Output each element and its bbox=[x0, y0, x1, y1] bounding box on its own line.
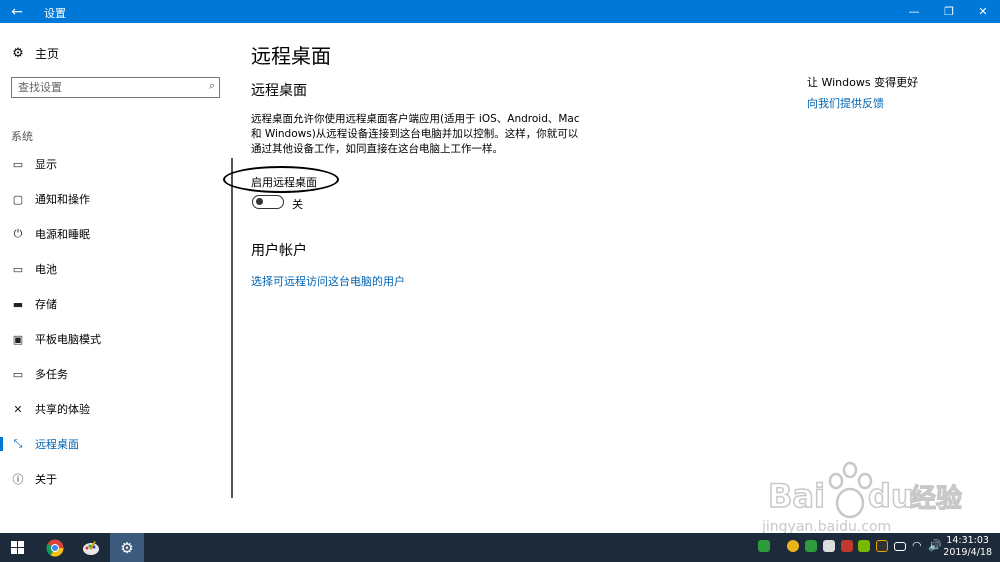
sidebar-item-storage[interactable]: ▬ 存储 bbox=[0, 289, 230, 319]
sidebar-item-label: 电池 bbox=[35, 263, 57, 276]
divider bbox=[231, 158, 233, 498]
section-title: 远程桌面 bbox=[251, 83, 307, 99]
sidebar-item-tablet[interactable]: ▣ 平板电脑模式 bbox=[0, 324, 230, 354]
tray-app-icon[interactable] bbox=[841, 540, 853, 552]
search-box[interactable]: ⌕ bbox=[11, 77, 220, 98]
battery-icon: ▭ bbox=[12, 262, 24, 276]
wifi-icon[interactable]: ◠ bbox=[912, 540, 924, 552]
search-input[interactable] bbox=[18, 79, 198, 95]
sidebar-item-label: 远程桌面 bbox=[35, 438, 79, 451]
title-bar: ← 设置 — ❐ ✕ bbox=[0, 0, 1000, 23]
section-label: 系统 bbox=[11, 130, 33, 143]
sidebar-item-about[interactable]: ⓘ 关于 bbox=[0, 464, 230, 494]
clock-time: 14:31:03 bbox=[946, 535, 989, 546]
window-title: 设置 bbox=[44, 7, 66, 20]
sidebar-item-label: 存储 bbox=[35, 298, 57, 311]
search-icon[interactable]: ⌕ bbox=[209, 79, 215, 93]
sidebar-item-label: 显示 bbox=[35, 158, 57, 171]
minimize-button[interactable]: — bbox=[897, 0, 931, 23]
chrome-icon bbox=[46, 539, 64, 556]
qq-icon[interactable] bbox=[876, 540, 888, 552]
multitask-icon: ▭ bbox=[12, 367, 24, 381]
gear-icon: ⚙ bbox=[120, 538, 134, 557]
volume-icon[interactable]: 🔊 bbox=[928, 540, 942, 552]
sidebar-item-battery[interactable]: ▭ 电池 bbox=[0, 254, 230, 284]
battery-icon[interactable] bbox=[894, 542, 906, 551]
close-button[interactable]: ✕ bbox=[966, 0, 1000, 23]
monitor-icon: ▭ bbox=[12, 157, 24, 171]
sidebar-item-label: 多任务 bbox=[35, 368, 68, 381]
share-icon: ✕ bbox=[13, 402, 23, 416]
chrome-taskbar-button[interactable] bbox=[38, 533, 72, 562]
minimize-icon: — bbox=[908, 5, 920, 18]
nvidia-icon[interactable] bbox=[858, 540, 870, 552]
storage-icon: ▬ bbox=[12, 297, 24, 311]
sidebar-item-label: 电源和睡眠 bbox=[35, 228, 90, 241]
paint-taskbar-button[interactable] bbox=[74, 533, 108, 562]
home-label: 主页 bbox=[35, 47, 60, 61]
select-users-link[interactable]: 选择可远程访问这台电脑的用户 bbox=[251, 273, 405, 289]
arrow-left-icon: ← bbox=[11, 3, 23, 20]
restore-icon: ❐ bbox=[944, 5, 954, 18]
sidebar-item-notifications[interactable]: ▢ 通知和操作 bbox=[0, 184, 230, 214]
toggle-label: 启用远程桌面 bbox=[251, 176, 317, 189]
info-icon: ⓘ bbox=[12, 473, 24, 486]
tray-app-icon[interactable] bbox=[823, 540, 835, 552]
remote-desktop-toggle[interactable] bbox=[252, 195, 284, 209]
sidebar-item-shared[interactable]: ✕ 共享的体验 bbox=[0, 394, 230, 424]
sidebar-item-power[interactable]: ⏻ 电源和睡眠 bbox=[0, 219, 230, 249]
start-button[interactable] bbox=[0, 533, 34, 562]
user-accounts-title: 用户帐户 bbox=[251, 243, 307, 259]
sidebar-item-label: 共享的体验 bbox=[35, 403, 90, 416]
toggle-knob bbox=[256, 198, 263, 205]
watermark-suffix: 经验 bbox=[910, 483, 962, 514]
message-icon: ▢ bbox=[12, 192, 24, 206]
sidebar: ⚙ 主页 ⌕ 系统 ▭ 显示 ▢ 通知和操作 ⏻ 电源和睡眠 ▭ 电池 ▬ 存储… bbox=[0, 23, 232, 533]
tablet-icon: ▣ bbox=[12, 332, 24, 346]
feedback-heading: 让 Windows 变得更好 bbox=[807, 76, 919, 89]
watermark: Bai du 经验 jingyan.baidu.com bbox=[760, 455, 1000, 535]
feedback-link[interactable]: 向我们提供反馈 bbox=[807, 95, 884, 111]
sidebar-item-label: 关于 bbox=[35, 473, 57, 486]
baidu-paw-logo: Bai du 经验 jingyan.baidu.com bbox=[761, 461, 963, 535]
close-icon: ✕ bbox=[978, 5, 988, 18]
clock[interactable]: 14:31:03 2019/4/18 bbox=[943, 535, 992, 559]
watermark-brand2: du bbox=[868, 477, 914, 515]
tray-app-icon[interactable] bbox=[758, 540, 770, 552]
clock-date: 2019/4/18 bbox=[943, 547, 992, 558]
sidebar-item-remote-desktop[interactable]: ⤡ 远程桌面 bbox=[0, 429, 230, 459]
restore-button[interactable]: ❐ bbox=[932, 0, 966, 23]
toggle-state: 关 bbox=[292, 198, 303, 211]
watermark-brand: Bai bbox=[768, 477, 825, 515]
taskbar: ⚙ ◠ 🔊 14:31:03 2019/4/18 bbox=[0, 533, 1000, 562]
sidebar-item-display[interactable]: ▭ 显示 bbox=[0, 149, 230, 179]
settings-taskbar-button[interactable]: ⚙ bbox=[110, 533, 144, 562]
description-text: 远程桌面允许你使用远程桌面客户端应用(适用于 iOS、Android、Mac 和… bbox=[251, 113, 580, 155]
power-icon: ⏻ bbox=[13, 227, 23, 240]
home-link[interactable]: ⚙ 主页 bbox=[11, 45, 59, 62]
sidebar-item-label: 平板电脑模式 bbox=[35, 333, 101, 346]
gear-icon: ⚙ bbox=[12, 45, 24, 61]
page-title: 远程桌面 bbox=[251, 44, 331, 68]
tray-app-icon[interactable] bbox=[805, 540, 817, 552]
sidebar-item-multitask[interactable]: ▭ 多任务 bbox=[0, 359, 230, 389]
back-button[interactable]: ← bbox=[0, 0, 34, 23]
sidebar-item-label: 通知和操作 bbox=[35, 193, 90, 206]
remote-icon: ⤡ bbox=[13, 437, 23, 450]
tray-app-icon[interactable] bbox=[787, 540, 799, 552]
paint-icon bbox=[83, 540, 99, 555]
windows-icon bbox=[10, 541, 24, 554]
